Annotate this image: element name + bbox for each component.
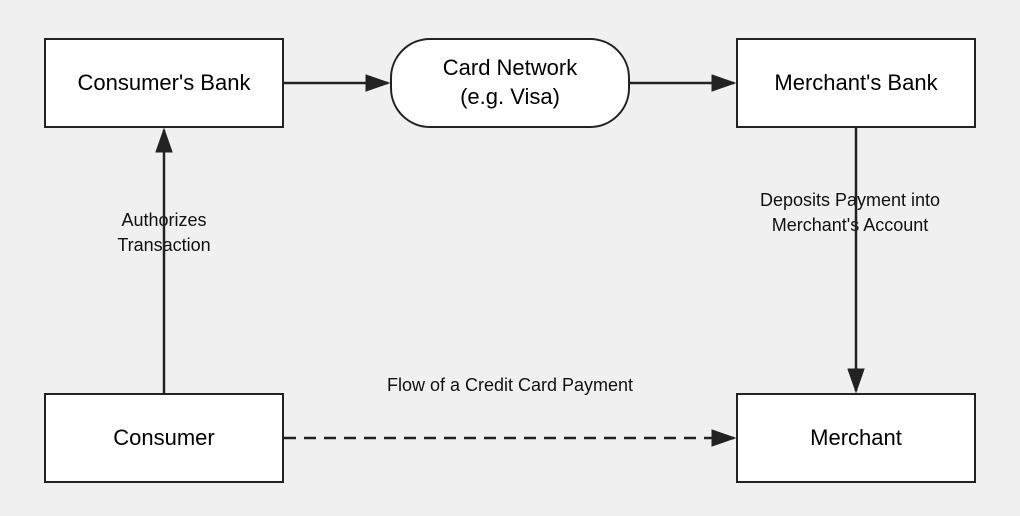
flow-label: Flow of a Credit Card Payment (300, 373, 720, 398)
merchant-box: Merchant (736, 393, 976, 483)
consumers-bank-label: Consumer's Bank (78, 69, 251, 98)
card-network-box: Card Network(e.g. Visa) (390, 38, 630, 128)
card-network-label: Card Network(e.g. Visa) (443, 54, 577, 111)
diagram: Consumer's Bank Card Network(e.g. Visa) … (0, 0, 1020, 516)
merchants-bank-label: Merchant's Bank (774, 69, 937, 98)
authorizes-label: Authorizes Transaction (74, 208, 254, 258)
consumer-label: Consumer (113, 424, 214, 453)
deposits-label: Deposits Payment into Merchant's Account (720, 188, 980, 238)
consumers-bank-box: Consumer's Bank (44, 38, 284, 128)
consumer-box: Consumer (44, 393, 284, 483)
merchant-label: Merchant (810, 424, 902, 453)
merchants-bank-box: Merchant's Bank (736, 38, 976, 128)
